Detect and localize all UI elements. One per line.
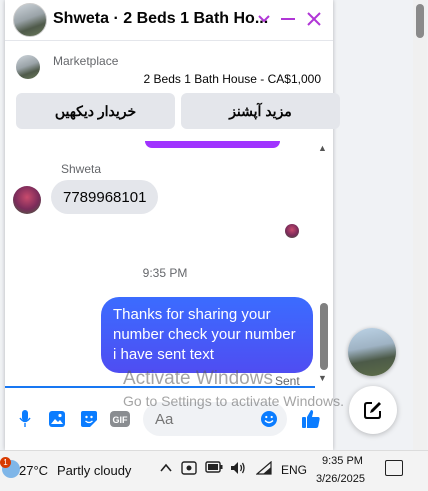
notification-icon[interactable] <box>385 460 403 476</box>
thumbs-up-icon[interactable] <box>300 408 322 430</box>
page-scroll-thumb[interactable] <box>416 4 424 38</box>
clock-time[interactable]: 9:35 PM <box>322 455 363 467</box>
compose-icon <box>364 402 381 419</box>
see-buyer-button[interactable]: خریدار دیکھیں <box>16 93 175 129</box>
clock-date[interactable]: 3/26/2025 <box>316 473 365 485</box>
composer-focus-line <box>5 386 315 388</box>
sender-name: Shweta <box>61 162 102 176</box>
microphone-icon[interactable] <box>14 408 36 430</box>
sticker-icon[interactable] <box>78 408 100 430</box>
svg-text:GIF: GIF <box>113 415 129 425</box>
seen-indicator-avatar <box>285 224 299 238</box>
message-timestamp: 9:35 PM <box>142 266 188 280</box>
temperature[interactable]: 27°C <box>19 463 48 478</box>
scroll-down-arrow-icon[interactable]: ▼ <box>318 373 327 383</box>
chat-header: Shweta · 2 Beds 1 Bath Ho... <box>5 0 333 41</box>
close-icon[interactable] <box>303 8 325 30</box>
taskbar: 1 27°C Partly cloudy ENG 9:35 PM 3/26/20… <box>0 450 428 491</box>
weather-condition[interactable]: Partly cloudy <box>57 463 131 478</box>
listing-label: Marketplace <box>53 54 119 68</box>
battery-icon[interactable] <box>205 461 223 476</box>
scroll-up-arrow-icon[interactable]: ▲ <box>318 143 327 153</box>
composer-bar: GIF <box>5 398 333 442</box>
volume-icon[interactable] <box>230 461 246 478</box>
contact-avatar[interactable] <box>13 3 47 37</box>
meet-now-icon[interactable] <box>181 461 197 478</box>
outgoing-message[interactable]: Thanks for sharing your number check you… <box>101 297 313 373</box>
chat-window: Shweta · 2 Beds 1 Bath Ho... Marketplace… <box>5 0 340 450</box>
chevron-up-icon[interactable] <box>160 461 172 476</box>
minimize-icon[interactable] <box>277 8 299 30</box>
emoji-icon[interactable] <box>258 408 280 430</box>
chat-scroll-thumb[interactable] <box>320 303 328 370</box>
wifi-icon[interactable] <box>255 460 272 478</box>
listing-title: 2 Beds 1 Bath House - CA$1,000 <box>143 72 321 86</box>
chat-title[interactable]: Shweta · 2 Beds 1 Bath Ho... <box>53 10 268 28</box>
photo-icon[interactable] <box>46 408 68 430</box>
language-indicator[interactable]: ENG <box>281 463 307 477</box>
new-message-button[interactable] <box>349 386 397 434</box>
marketplace-listing[interactable]: Marketplace 2 Beds 1 Bath House - CA$1,0… <box>5 41 333 91</box>
listing-thumbnail <box>16 55 40 79</box>
weather-badge: 1 <box>0 457 11 468</box>
page-scrollbar[interactable] <box>413 0 427 450</box>
chevron-down-icon[interactable] <box>253 8 275 30</box>
more-options-button[interactable]: مزید آپشنز <box>181 93 340 129</box>
incoming-message[interactable]: 7789968101 <box>51 180 159 214</box>
gif-icon[interactable]: GIF <box>109 408 131 430</box>
chat-head-avatar[interactable] <box>348 328 396 376</box>
sender-avatar[interactable] <box>13 186 41 214</box>
previous-message-bubble <box>145 141 280 148</box>
